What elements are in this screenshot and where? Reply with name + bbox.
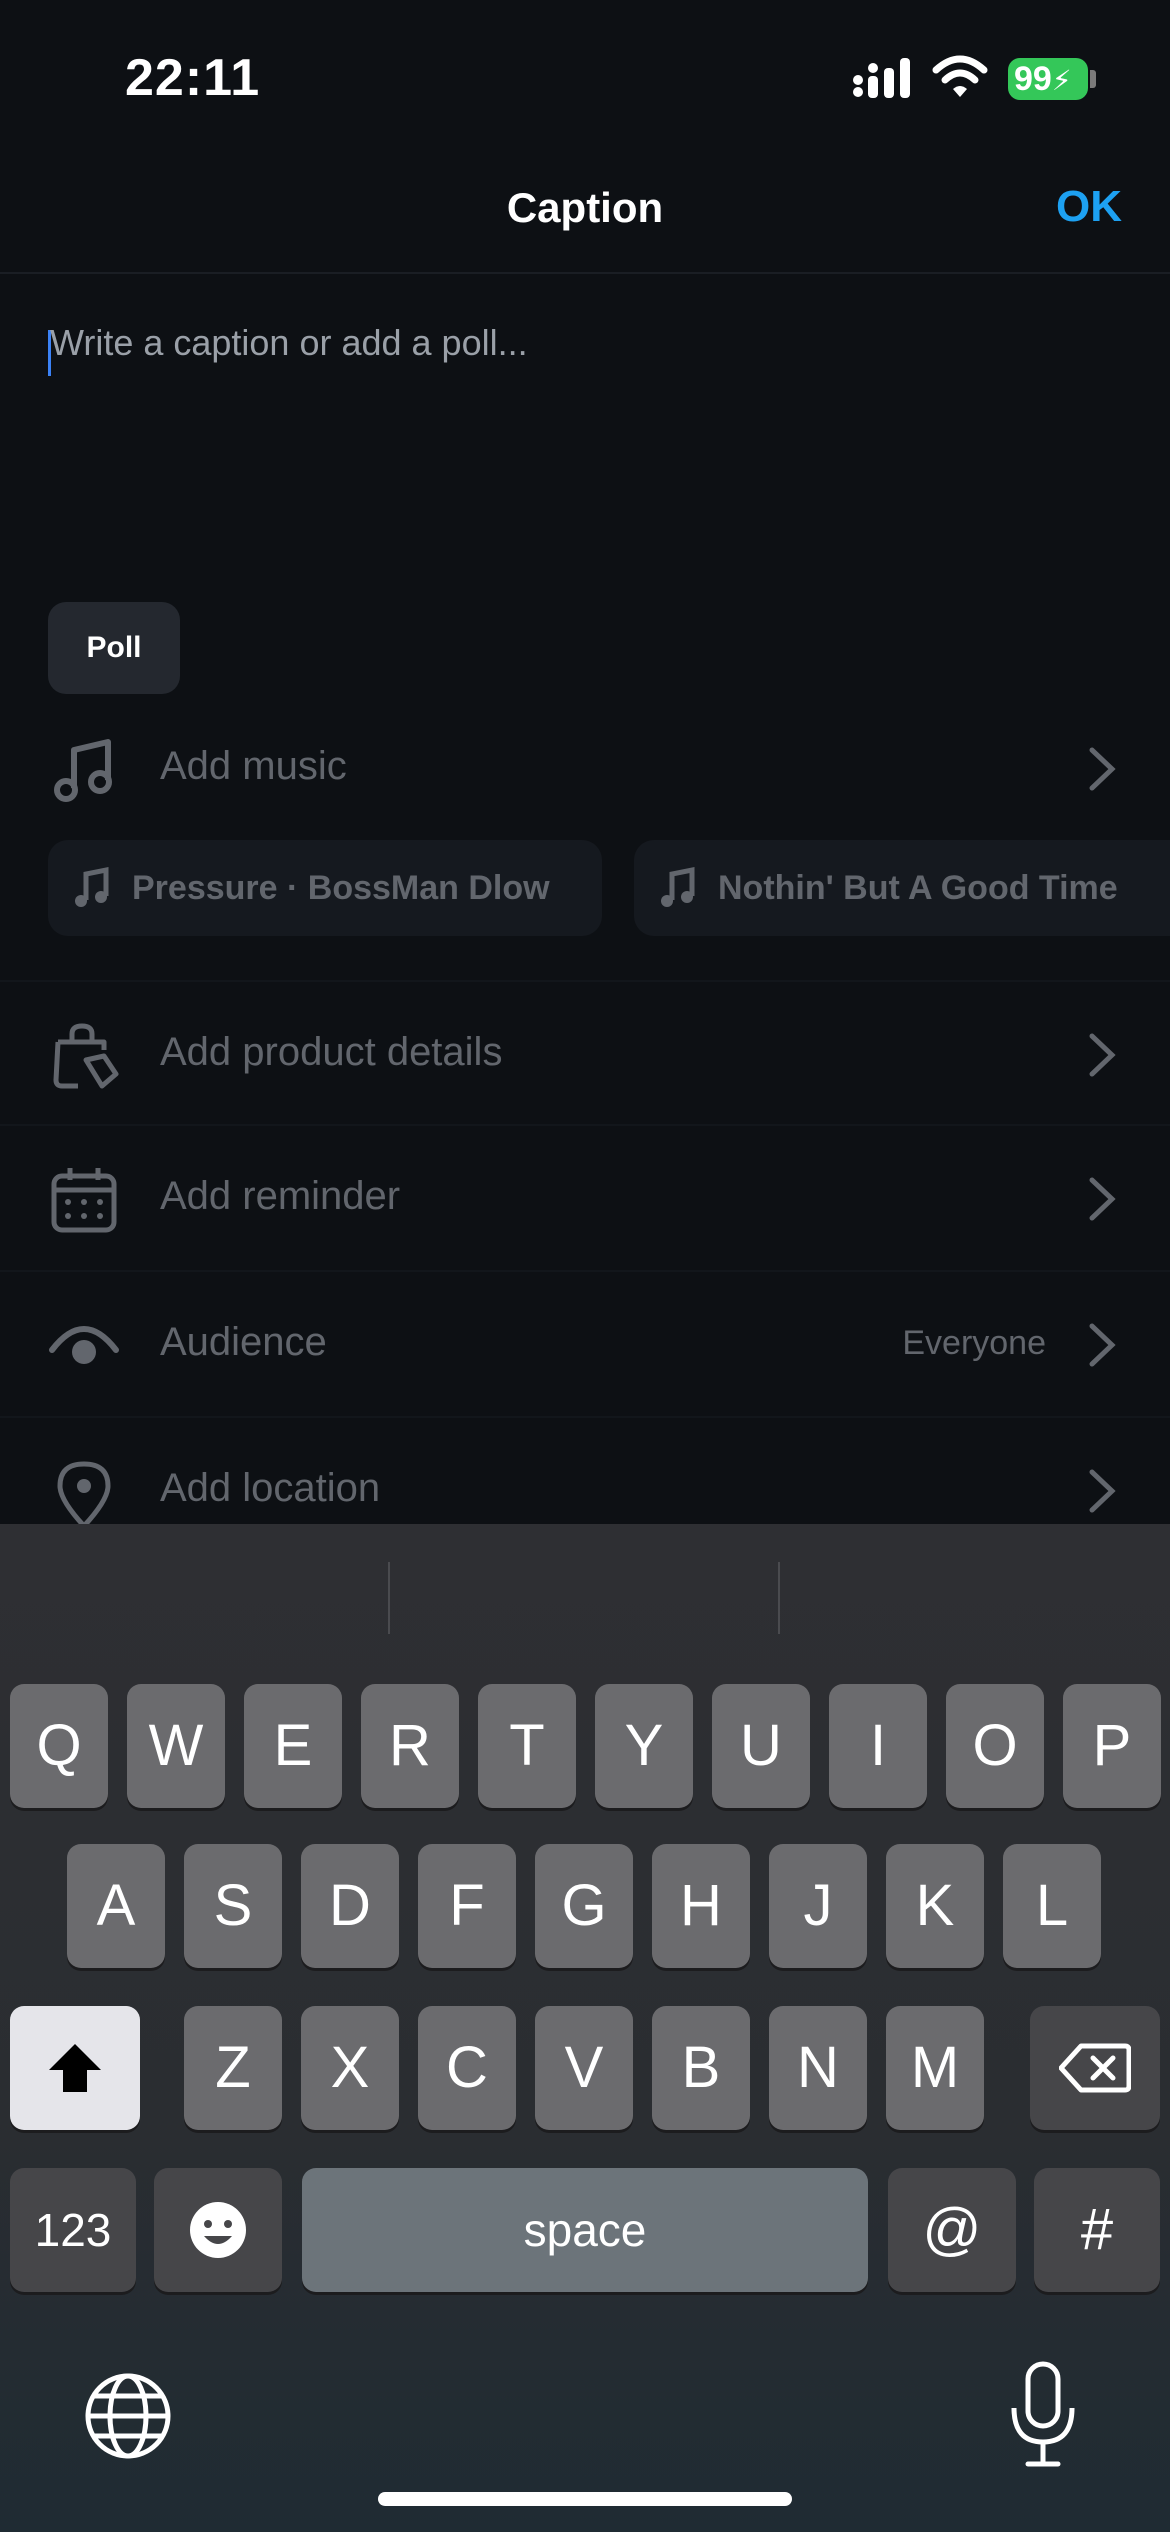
- location-pin-icon: [57, 1461, 111, 1528]
- emoji-icon: [190, 2202, 246, 2258]
- chevron-right-icon: [1089, 1323, 1116, 1367]
- key-q[interactable]: Q: [10, 1684, 108, 1808]
- delete-backward-icon: [1058, 2043, 1132, 2093]
- key-e[interactable]: E: [244, 1684, 342, 1808]
- key-k[interactable]: K: [886, 1844, 984, 1968]
- shopping-bag-tag-icon: [53, 1023, 119, 1089]
- suggestion-divider: [778, 1562, 780, 1634]
- backspace-key[interactable]: [1030, 2006, 1160, 2130]
- key-n[interactable]: N: [769, 2006, 867, 2130]
- chevron-right-icon: [1089, 1469, 1116, 1513]
- add-reminder-label: Add reminder: [160, 1174, 401, 1218]
- key-f[interactable]: F: [418, 1844, 516, 1968]
- globe-icon[interactable]: [82, 2370, 174, 2462]
- music-note-icon: [75, 866, 109, 907]
- key-b[interactable]: B: [652, 2006, 750, 2130]
- numbers-key[interactable]: 123: [10, 2168, 136, 2292]
- status-time: 22:11: [125, 49, 261, 107]
- audience-row[interactable]: Audience Everyone: [0, 1272, 1170, 1418]
- keyboard: Q W E R T Y U I O P A S D F G H J K L Z …: [0, 1524, 1170, 2532]
- battery-level: 99: [1014, 60, 1052, 98]
- key-c[interactable]: C: [418, 2006, 516, 2130]
- add-location-label: Add location: [160, 1466, 381, 1510]
- key-u[interactable]: U: [712, 1684, 810, 1808]
- key-h[interactable]: H: [652, 1844, 750, 1968]
- home-indicator[interactable]: [378, 2492, 792, 2506]
- key-o[interactable]: O: [946, 1684, 1044, 1808]
- key-r[interactable]: R: [361, 1684, 459, 1808]
- suggestion-divider: [388, 1562, 390, 1634]
- key-d[interactable]: D: [301, 1844, 399, 1968]
- battery-indicator: 99⚡: [1008, 58, 1088, 100]
- key-g[interactable]: G: [535, 1844, 633, 1968]
- key-m[interactable]: M: [886, 2006, 984, 2130]
- wifi-icon: [932, 55, 988, 97]
- music-suggestion-chip[interactable]: Pressure · BossMan Dlow: [48, 840, 602, 936]
- key-i[interactable]: I: [829, 1684, 927, 1808]
- space-bar[interactable]: space: [302, 2168, 868, 2292]
- key-j[interactable]: J: [769, 1844, 867, 1968]
- emoji-key[interactable]: [154, 2168, 282, 2292]
- key-x[interactable]: X: [301, 2006, 399, 2130]
- chevron-right-icon: [1089, 1033, 1116, 1077]
- add-music-row[interactable]: Add music: [0, 696, 1170, 842]
- music-note-icon: [54, 739, 112, 802]
- at-key[interactable]: @: [888, 2168, 1016, 2292]
- audience-label: Audience: [160, 1320, 327, 1364]
- add-music-label: Add music: [160, 744, 347, 788]
- key-p[interactable]: P: [1063, 1684, 1161, 1808]
- poll-button[interactable]: Poll: [48, 602, 180, 694]
- chevron-right-icon: [1089, 747, 1116, 791]
- predictive-text-bar: [0, 1524, 1170, 1674]
- cellular-signal-icon: [853, 58, 910, 98]
- status-bar: 22:11 99⚡: [0, 0, 1170, 150]
- key-w[interactable]: W: [127, 1684, 225, 1808]
- caption-input[interactable]: Write a caption or add a poll...: [50, 322, 528, 364]
- hash-key[interactable]: #: [1034, 2168, 1160, 2292]
- music-suggestion-label: Nothin' But A Good Time: [718, 869, 1118, 907]
- chevron-right-icon: [1089, 1177, 1116, 1221]
- key-s[interactable]: S: [184, 1844, 282, 1968]
- add-product-details-row[interactable]: Add product details: [0, 980, 1170, 1126]
- battery-tip: [1090, 70, 1096, 88]
- add-product-details-label: Add product details: [160, 1030, 503, 1074]
- key-z[interactable]: Z: [184, 2006, 282, 2130]
- shift-key[interactable]: [10, 2006, 140, 2130]
- page-title: Caption: [506, 184, 664, 231]
- eye-icon: [49, 1326, 119, 1364]
- calendar-icon: [51, 1168, 117, 1233]
- key-t[interactable]: T: [478, 1684, 576, 1808]
- key-v[interactable]: V: [535, 2006, 633, 2130]
- music-suggestion-chip[interactable]: Nothin' But A Good Time: [634, 840, 1170, 936]
- audience-value: Everyone: [902, 1324, 1046, 1362]
- charging-bolt-icon: ⚡: [1051, 65, 1072, 96]
- caption-header: Caption OK: [0, 150, 1170, 274]
- shift-arrow-icon: [49, 2044, 101, 2092]
- music-suggestion-label: Pressure · BossMan Dlow: [132, 869, 550, 907]
- music-note-icon: [661, 866, 695, 907]
- key-a[interactable]: A: [67, 1844, 165, 1968]
- key-y[interactable]: Y: [595, 1684, 693, 1808]
- add-reminder-row[interactable]: Add reminder: [0, 1126, 1170, 1272]
- microphone-icon[interactable]: [1006, 2360, 1080, 2470]
- key-l[interactable]: L: [1003, 1844, 1101, 1968]
- ok-button[interactable]: OK: [1056, 182, 1122, 232]
